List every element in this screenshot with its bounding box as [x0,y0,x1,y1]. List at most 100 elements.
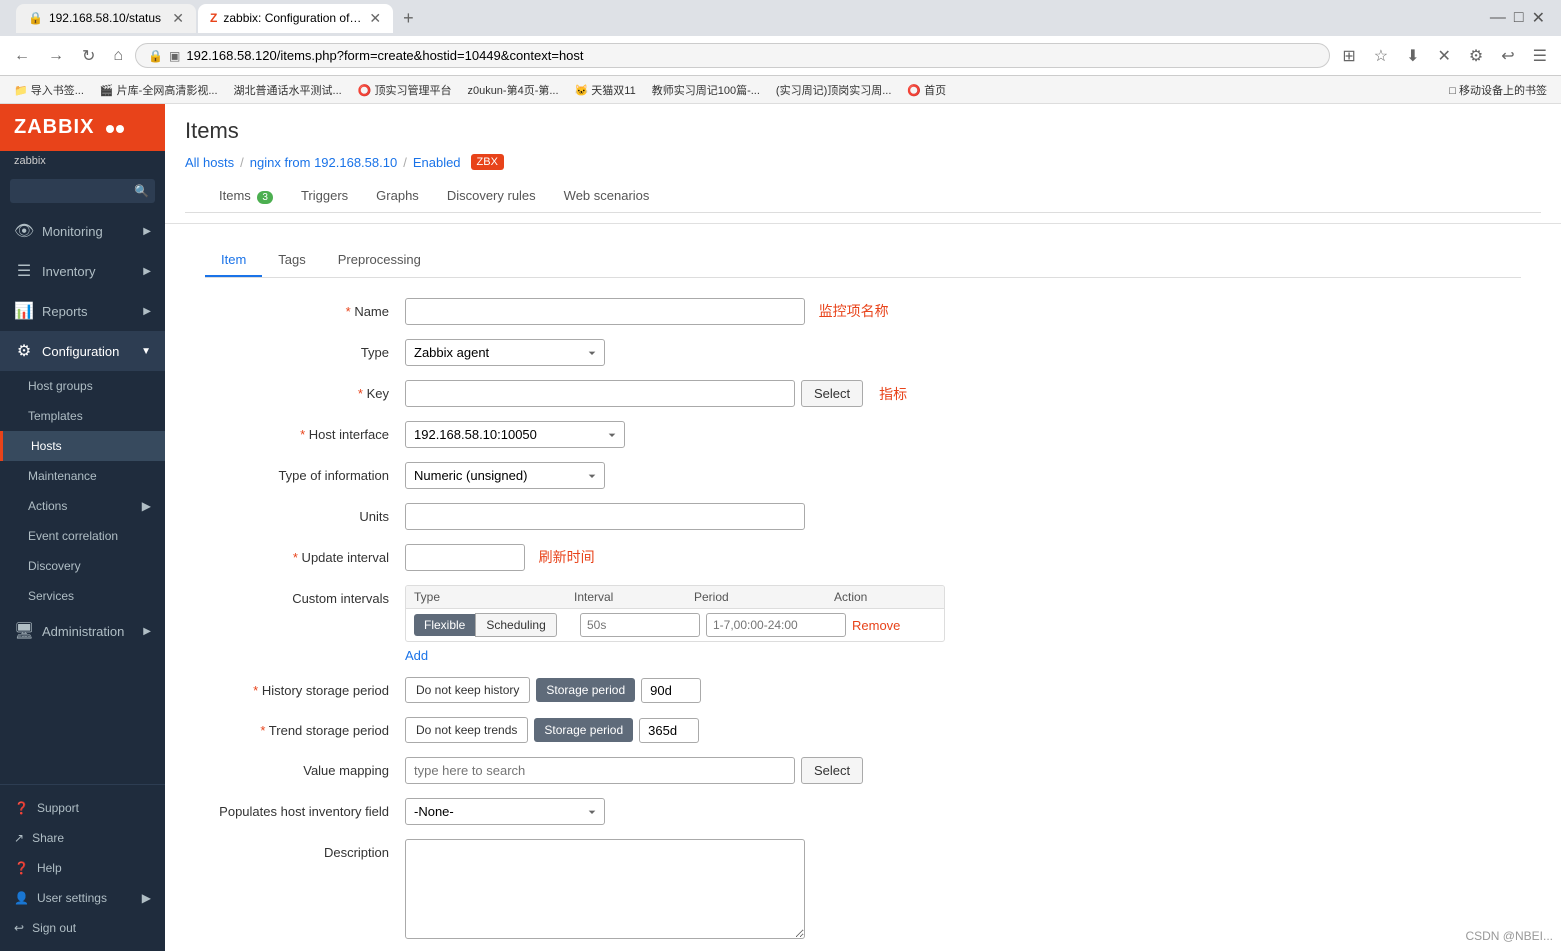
update-interval-required: * [293,550,298,565]
browser-tab-2[interactable]: Z zabbix: Configuration of item... ✕ [198,4,393,33]
share-label: Share [32,831,64,845]
ci-type-header: Type [414,590,574,604]
type-select[interactable]: Zabbix agent Zabbix agent (active) Simpl… [405,339,605,366]
download-button[interactable]: ⬇ [1400,42,1425,70]
sidebar-item-host-groups[interactable]: Host groups [0,371,165,401]
sidebar-item-templates[interactable]: Templates [0,401,165,431]
chevron-icon-monitoring: ▶ [143,226,151,237]
form-tab-item[interactable]: Item [205,244,262,277]
key-select-button[interactable]: Select [801,380,863,407]
window-close[interactable]: ✕ [1532,8,1545,28]
sidebar-item-hosts[interactable]: Hosts [0,431,165,461]
sidebar-item-services[interactable]: Services [0,581,165,611]
ci-period-header: Period [694,590,834,604]
sidebar-item-actions[interactable]: Actions ▶ [0,491,165,521]
scheduling-button[interactable]: Scheduling [475,613,556,637]
settings-button[interactable]: ⚙ [1463,42,1489,70]
trend-value-input[interactable] [639,718,699,743]
sidebar-item-maintenance[interactable]: Maintenance [0,461,165,491]
services-label: Services [28,589,74,603]
ci-remove-link[interactable]: Remove [852,618,900,633]
tab-discovery-rules[interactable]: Discovery rules [433,180,550,213]
sidebar-user-settings[interactable]: 👤 User settings ▶ [0,883,165,913]
back-button[interactable]: ← [8,43,36,69]
bookmark-putonghua[interactable]: 湖北普通话水平测试... [228,80,348,100]
user-settings-label: User settings [37,891,107,905]
trend-storage-button[interactable]: Storage period [534,718,633,742]
sidebar-item-inventory[interactable]: ☰ Inventory ▶ [0,251,165,291]
sidebar-item-reports[interactable]: 📊 Reports ▶ [0,291,165,331]
name-input[interactable]: nginx等待连接数 [405,298,805,325]
tab2-close[interactable]: ✕ [369,10,381,27]
bookmark-internship[interactable]: ⭕ 顶实习管理平台 [352,80,458,100]
bookmark-tmall[interactable]: 🐱 天猫双11 [569,80,642,100]
tab-items[interactable]: Items 3 [205,180,287,213]
name-label: * Name [205,298,405,319]
trend-storage-row: Do not keep trends Storage period [405,717,1521,743]
value-mapping-control: Select [405,757,1521,784]
key-input[interactable]: check_nginx_Waiting [405,380,795,407]
bookmark-weekly[interactable]: (实习周记)顶岗实习周... [770,80,898,100]
inventory-select[interactable]: -None- [405,798,605,825]
update-interval-input[interactable]: 30s [405,544,525,571]
units-input[interactable] [405,503,805,530]
address-input[interactable]: 192.168.58.120/items.php?form=create&hos… [186,48,1317,63]
flexible-button[interactable]: Flexible [414,614,475,636]
history-value-input[interactable] [641,678,701,703]
lock-icon: 🔒 [148,49,163,63]
breadcrumb-enabled[interactable]: Enabled [413,155,461,170]
sidebar-item-configuration[interactable]: ⚙ Configuration ▼ [0,331,165,371]
bookmark-home[interactable]: ⭕ 首页 [901,80,952,100]
value-map-select-button[interactable]: Select [801,757,863,784]
address-bar[interactable]: 🔒 ▣ 192.168.58.120/items.php?form=create… [135,43,1330,68]
sidebar-share[interactable]: ↗ Share [0,823,165,853]
ci-interval-input[interactable] [580,613,700,637]
tab1-close[interactable]: ✕ [172,10,184,27]
sidebar-sign-out[interactable]: ↩ Sign out [0,913,165,943]
bookmark-import[interactable]: 📁 导入书签... [8,80,90,100]
browser-tab-1[interactable]: 🔒 192.168.58.10/status ✕ [16,4,196,33]
tab-triggers[interactable]: Triggers [287,180,362,213]
trend-no-keep-button[interactable]: Do not keep trends [405,717,528,743]
sidebar-item-discovery[interactable]: Discovery [0,551,165,581]
close-button[interactable]: ✕ [1432,42,1457,70]
forward-button[interactable]: → [42,43,70,69]
bookmark-video[interactable]: 🎬 片库-全网高清影视... [94,80,224,100]
menu-button[interactable]: ☰ [1527,42,1553,70]
sidebar-item-event-correlation[interactable]: Event correlation [0,521,165,551]
form-tab-tags[interactable]: Tags [262,244,321,277]
host-interface-control: 192.168.58.10:10050 [405,421,1521,448]
form-tab-preprocessing[interactable]: Preprocessing [322,244,437,277]
bookmark-z0ukun[interactable]: z0ukun-第4页-第... [461,80,564,100]
new-tab-button[interactable]: + [395,4,422,33]
window-maximize[interactable]: □ [1514,9,1524,27]
breadcrumb-nginx-host[interactable]: nginx from 192.168.58.10 [250,155,397,170]
description-textarea[interactable] [405,839,805,939]
page-title: Items [185,118,1541,144]
bookmark-teacher[interactable]: 教师实习周记100篇-... [646,80,766,100]
form-row-history: * History storage period Do not keep his… [205,677,1521,703]
sidebar-help[interactable]: ❓ Help [0,853,165,883]
address-icon: ▣ [169,49,180,63]
home-button[interactable]: ⌂ [107,43,129,69]
breadcrumb-all-hosts[interactable]: All hosts [185,155,234,170]
bookmark-button[interactable]: ☆ [1368,42,1394,70]
bookmark-mobile[interactable]: □ 移动设备上的书签 [1443,80,1553,100]
extensions-button[interactable]: ⊞ [1336,42,1361,70]
value-map-input[interactable] [405,757,795,784]
type-info-select[interactable]: Numeric (unsigned) Numeric (float) Chara… [405,462,605,489]
history-storage-button[interactable]: Storage period [536,678,635,702]
ci-period-input[interactable] [706,613,846,637]
form-row-inventory: Populates host inventory field -None- [205,798,1521,825]
sidebar-support[interactable]: ❓ Support [0,793,165,823]
ci-add-link[interactable]: Add [405,648,428,663]
undo-button[interactable]: ↩ [1495,42,1520,70]
window-minimize[interactable]: — [1490,9,1506,27]
tab-web-scenarios[interactable]: Web scenarios [550,180,664,213]
tab-graphs[interactable]: Graphs [362,180,433,213]
history-no-keep-button[interactable]: Do not keep history [405,677,530,703]
sidebar-item-monitoring[interactable]: 👁 Monitoring ▶ [0,211,165,251]
sidebar-item-administration[interactable]: 🖥 Administration ▶ [0,611,165,651]
reload-button[interactable]: ↻ [76,42,101,70]
host-interface-select[interactable]: 192.168.58.10:10050 [405,421,625,448]
